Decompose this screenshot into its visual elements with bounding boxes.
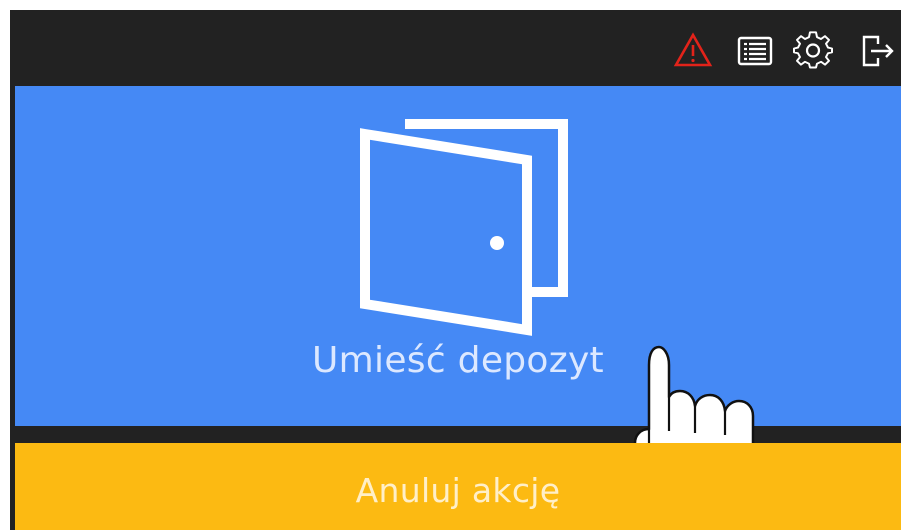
cancel-action-button[interactable]: Anuluj akcję <box>15 443 901 530</box>
gear-icon[interactable] <box>793 31 833 71</box>
deposit-label: Umieść depozyt <box>312 340 604 381</box>
door-icon <box>345 112 575 336</box>
logout-icon[interactable] <box>858 31 898 71</box>
place-deposit-button[interactable]: Umieść depozyt <box>15 86 901 530</box>
top-bar <box>10 10 901 86</box>
list-icon[interactable] <box>735 31 775 71</box>
cancel-label: Anuluj akcję <box>355 471 561 510</box>
kiosk-screen: Umieść depozyt Anuluj akcję <box>10 10 901 530</box>
warning-icon[interactable] <box>673 31 713 71</box>
